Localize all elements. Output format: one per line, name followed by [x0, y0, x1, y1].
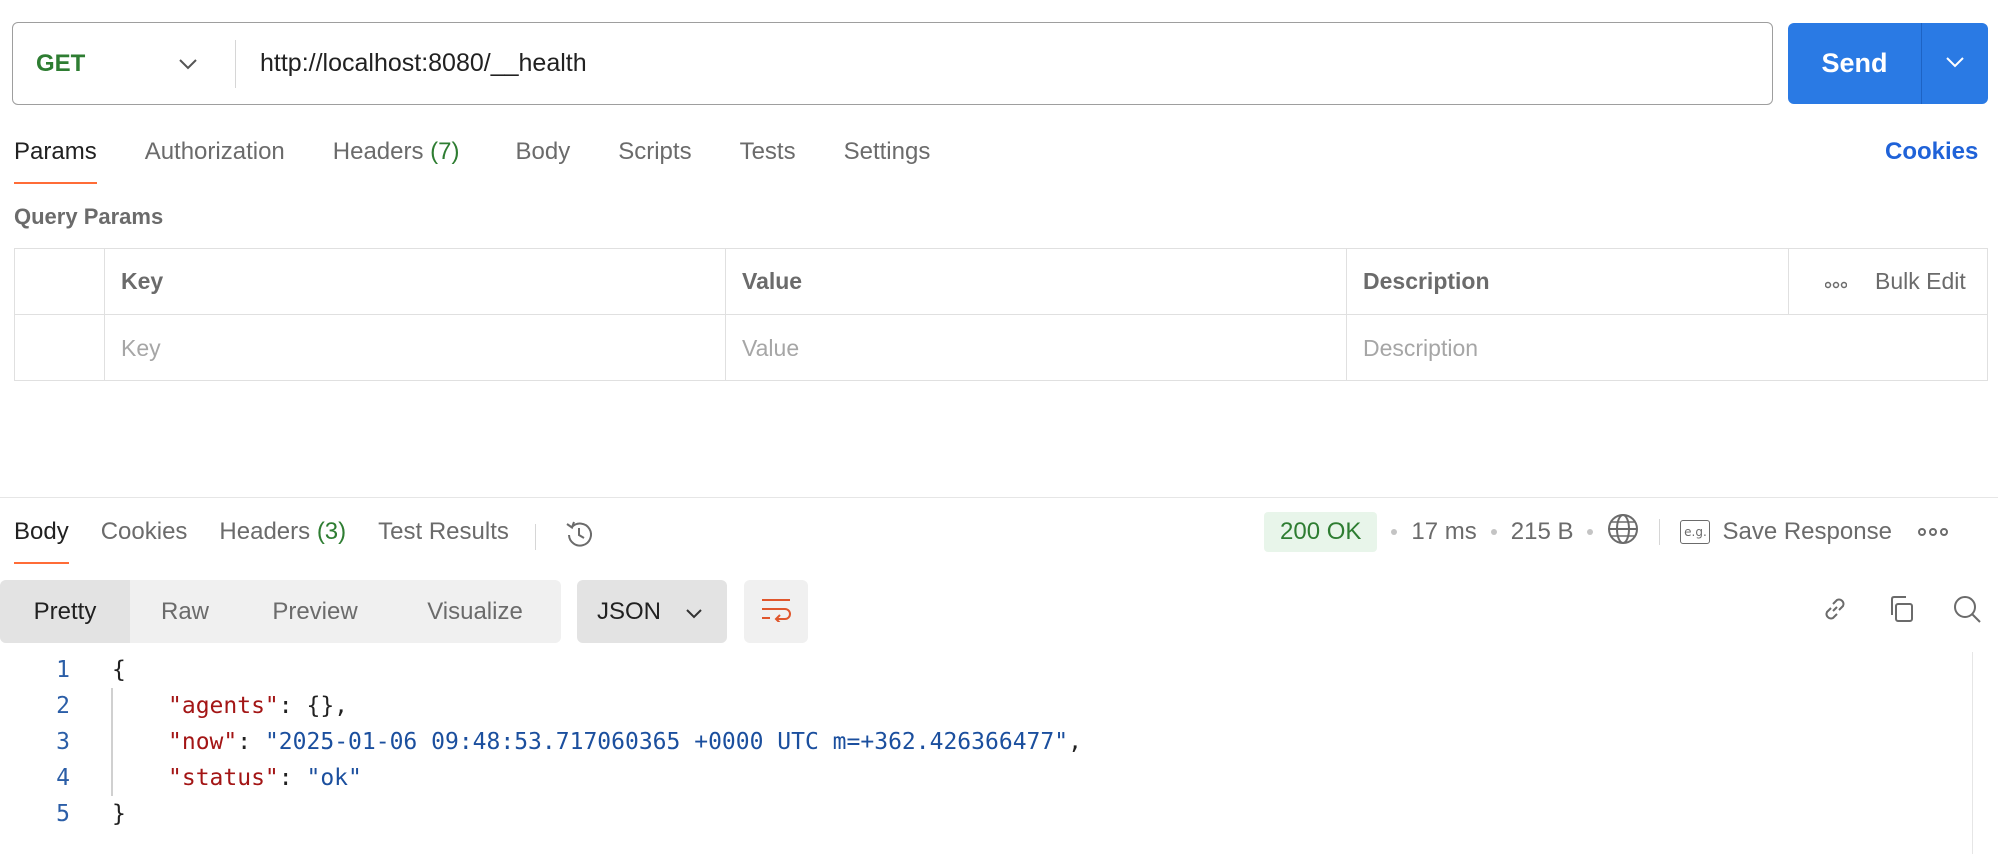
key-column-header: Key: [105, 249, 726, 314]
wrap-lines-button[interactable]: [744, 580, 808, 643]
method-select[interactable]: GET: [13, 23, 235, 104]
view-preview[interactable]: Preview: [240, 580, 390, 643]
view-pretty[interactable]: Pretty: [0, 580, 130, 643]
tab-tests[interactable]: Tests: [740, 132, 796, 184]
tab-response-body[interactable]: Body: [14, 512, 69, 564]
table-header-row: Key Value Description Bulk Edit: [15, 249, 1987, 315]
link-icon[interactable]: [1818, 592, 1852, 626]
wrap-lines-icon: [760, 596, 792, 627]
separator-dot: [1391, 529, 1398, 535]
view-mode-selector: Pretty Raw Preview Visualize: [0, 580, 561, 643]
value-input[interactable]: Value: [726, 315, 1347, 381]
tab-headers[interactable]: Headers (7): [333, 132, 460, 184]
chevron-down-icon: [1945, 55, 1965, 73]
url-row: GET http://localhost:8080/__health Send: [12, 22, 1988, 106]
code-line: 5 }: [0, 796, 1998, 832]
separator-dot: [1587, 529, 1594, 535]
status-badge[interactable]: 200 OK: [1264, 512, 1378, 552]
url-input[interactable]: http://localhost:8080/__health: [236, 49, 587, 78]
tabs-divider: [534, 524, 536, 550]
response-divider[interactable]: [0, 497, 1998, 498]
save-response-button[interactable]: e.g. Save Response: [1680, 518, 1892, 546]
query-params-label: Query Params: [14, 204, 164, 229]
line-number: 4: [56, 765, 70, 791]
save-response-icon: e.g.: [1680, 520, 1711, 544]
save-response-icon-label: e.g.: [1684, 525, 1707, 539]
line-number: 3: [56, 729, 70, 755]
response-meta: 200 OK 17 ms 215 B e.g. Save Response: [1264, 511, 1948, 553]
send-options-button[interactable]: [1922, 23, 1988, 104]
response-body-editor[interactable]: 1 { 2 "agents": {}, 3 "now": "2025-01-06…: [0, 652, 1998, 832]
tab-settings[interactable]: Settings: [844, 132, 931, 184]
format-label: JSON: [597, 597, 662, 625]
response-time[interactable]: 17 ms: [1411, 518, 1476, 546]
tab-response-cookies[interactable]: Cookies: [101, 512, 188, 564]
copy-icon[interactable]: [1884, 592, 1918, 626]
description-input[interactable]: Description: [1347, 315, 1987, 381]
value-column-header: Value: [726, 249, 1347, 314]
line-number: 1: [56, 657, 70, 683]
tab-response-headers[interactable]: Headers (3): [219, 512, 346, 564]
more-icon[interactable]: [1917, 527, 1948, 537]
code-text: }: [112, 801, 126, 827]
separator-dot: [1490, 529, 1497, 535]
bulk-edit-group: Bulk Edit: [1805, 268, 1966, 295]
code-line: 4 "status": "ok": [0, 760, 1998, 796]
view-raw[interactable]: Raw: [130, 580, 240, 643]
description-column-header: Description: [1347, 249, 1789, 314]
tab-scripts[interactable]: Scripts: [618, 132, 691, 184]
more-icon[interactable]: [1824, 268, 1848, 295]
url-bar: GET http://localhost:8080/__health: [12, 22, 1773, 105]
send-button[interactable]: Send: [1788, 23, 1922, 104]
globe-icon[interactable]: [1607, 513, 1639, 552]
request-tabs: Params Authorization Headers (7) Body Sc…: [14, 132, 978, 184]
key-input[interactable]: Key: [105, 315, 726, 381]
save-response-label: Save Response: [1722, 518, 1892, 545]
tab-authorization[interactable]: Authorization: [145, 132, 285, 184]
response-tools: [1818, 592, 1984, 626]
query-params-table: Key Value Description Bulk Edit Key Valu…: [14, 248, 1988, 381]
history-icon[interactable]: [562, 518, 596, 557]
chevron-down-icon: [685, 598, 703, 626]
line-number: 2: [56, 693, 70, 719]
cookies-link[interactable]: Cookies: [1885, 138, 1978, 166]
response-tabs: Body Cookies Headers (3) Test Results: [14, 512, 596, 564]
row-checkbox-cell: [15, 315, 105, 381]
code-line: 3 "now": "2025-01-06 09:48:53.717060365 …: [0, 724, 1998, 760]
search-icon[interactable]: [1950, 592, 1984, 626]
code-line: 1 {: [0, 652, 1998, 688]
table-row: Key Value Description: [15, 315, 1987, 381]
chevron-down-icon: [177, 53, 199, 75]
response-size[interactable]: 215 B: [1511, 518, 1574, 546]
code-text: "agents": {},: [168, 693, 349, 719]
code-line: 2 "agents": {},: [0, 688, 1998, 724]
response-headers-count: (3): [316, 518, 347, 545]
tab-test-results[interactable]: Test Results: [378, 512, 509, 564]
checkbox-column-header: [15, 249, 105, 314]
tab-params[interactable]: Params: [14, 132, 97, 184]
tab-body[interactable]: Body: [516, 132, 571, 184]
bulk-edit-button[interactable]: Bulk Edit: [1875, 268, 1966, 295]
code-text: "now": "2025-01-06 09:48:53.717060365 +0…: [168, 729, 1082, 755]
code-text: "status": "ok": [168, 765, 362, 791]
format-select[interactable]: JSON: [577, 580, 727, 643]
send-button-group: Send: [1788, 23, 1988, 104]
code-text: {: [112, 657, 126, 683]
line-number: 5: [56, 801, 70, 827]
editor-scrollbar[interactable]: [1972, 652, 1973, 854]
headers-count: (7): [430, 138, 460, 165]
method-label: GET: [36, 49, 86, 77]
meta-divider: [1659, 519, 1661, 545]
view-visualize[interactable]: Visualize: [390, 580, 560, 643]
bulk-edit-cell: Bulk Edit: [1789, 249, 1987, 314]
